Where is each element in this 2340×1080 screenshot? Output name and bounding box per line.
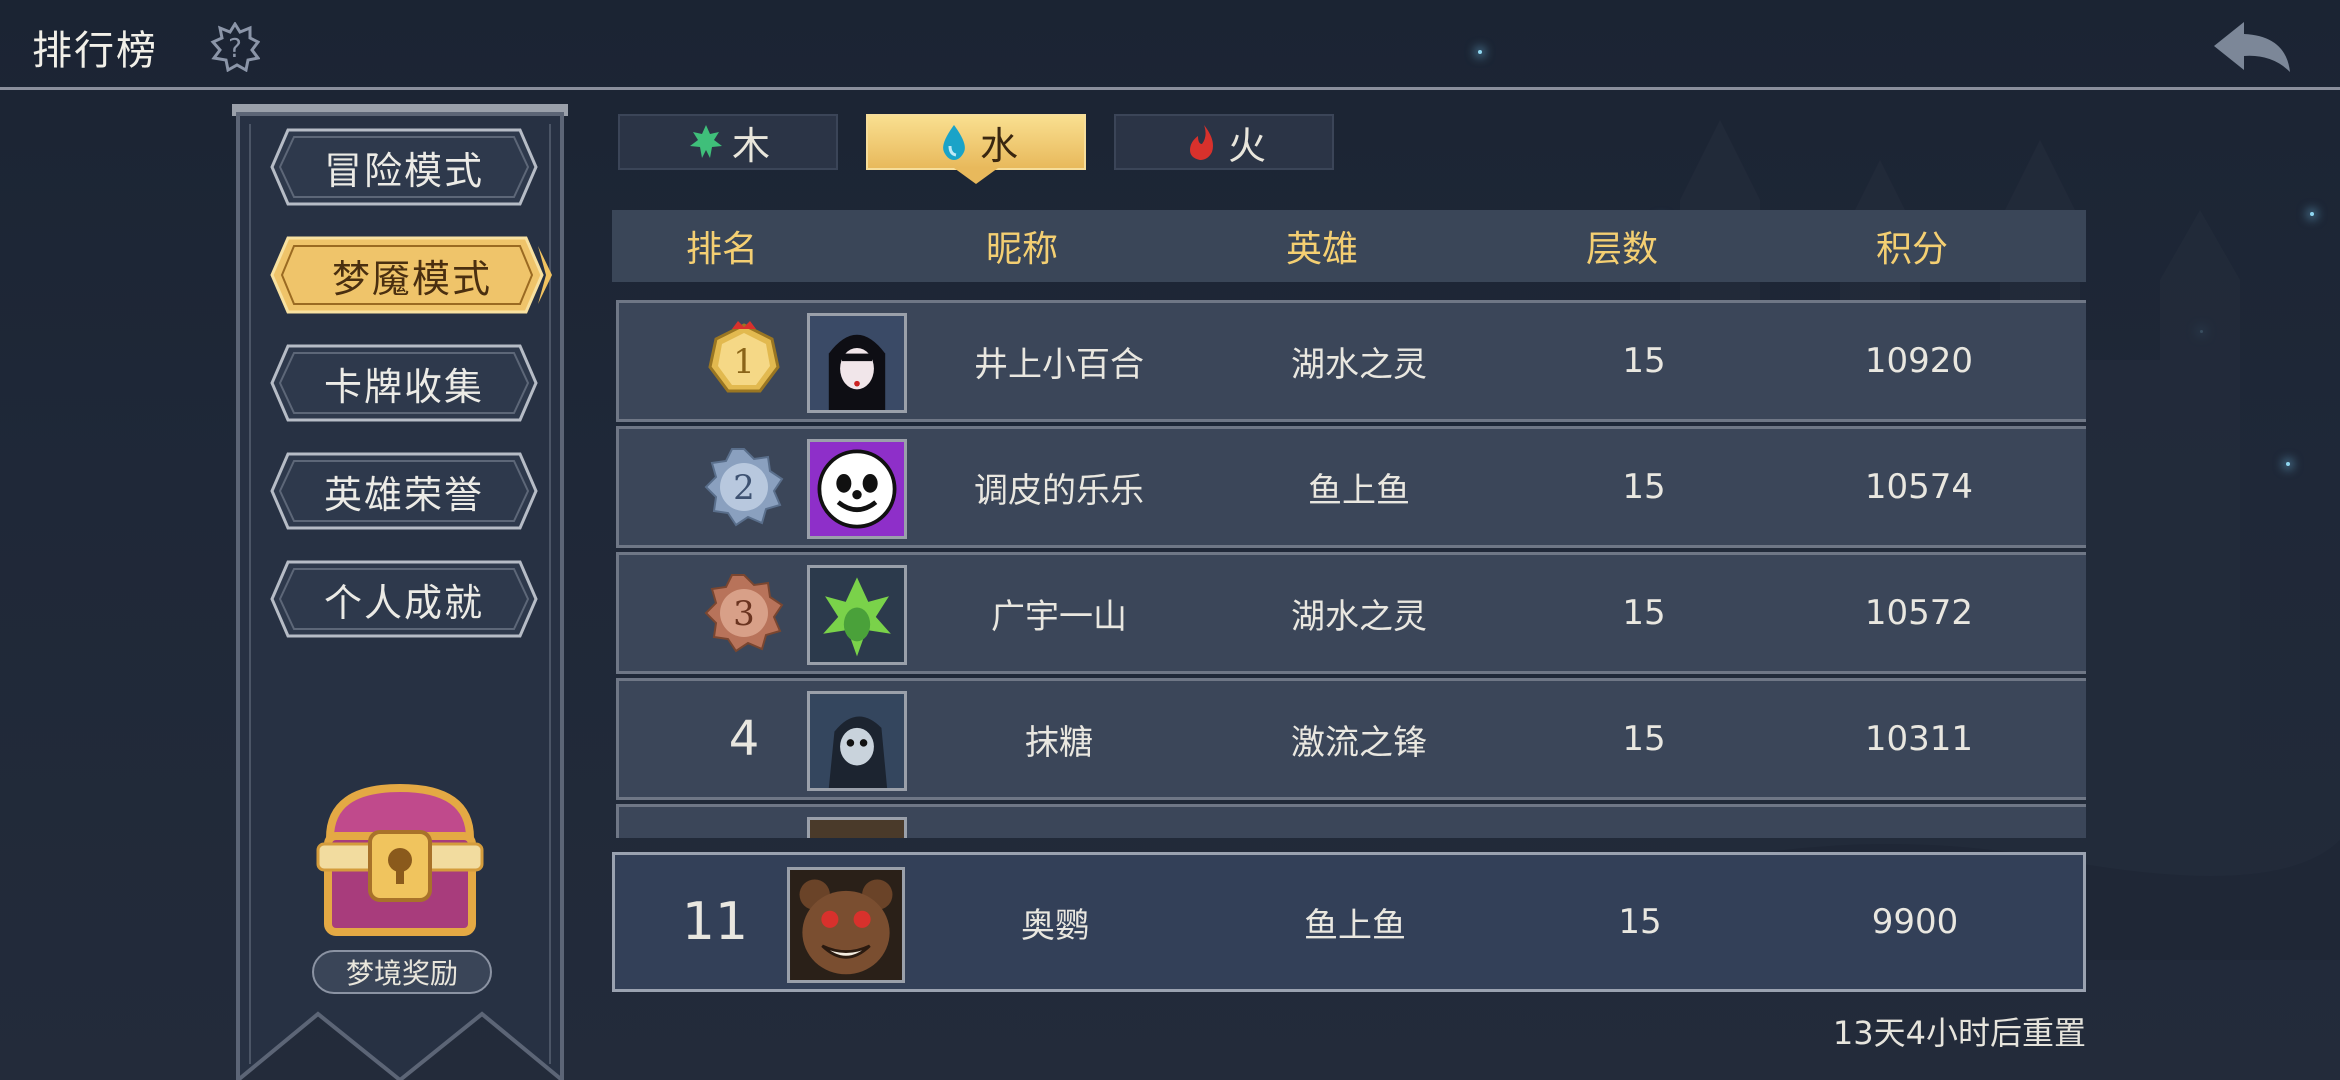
- player-nickname: 抹糖: [1025, 722, 1093, 763]
- menu-label: 梦魇模式: [331, 256, 492, 301]
- star-decoration: [2310, 212, 2314, 216]
- player-floor: 15: [1622, 341, 1666, 381]
- star-decoration: [2286, 462, 2290, 466]
- header-nickname: 昵称: [985, 229, 1058, 270]
- menu-label: 卡牌收集: [323, 364, 484, 409]
- player-hero: 湖水之灵: [1291, 596, 1427, 637]
- menu-adventure-mode-button[interactable]: 冒险模式: [270, 128, 538, 206]
- my-rank-row[interactable]: 11 奥鹦 鱼上鱼 15 9900: [612, 852, 2086, 992]
- player-score: 10920: [1864, 341, 1974, 381]
- tab-label: 木: [731, 123, 770, 168]
- rank-number: 1: [733, 342, 755, 382]
- my-floor: 15: [1618, 902, 1662, 942]
- menu-achievements-button[interactable]: 个人成就: [270, 560, 538, 638]
- header-rank: 排名: [685, 229, 758, 270]
- rank-number: 3: [733, 594, 755, 634]
- rank-number: 4: [728, 711, 760, 767]
- help-icon[interactable]: ?: [210, 22, 260, 72]
- silver-medal-icon: 2: [704, 448, 784, 527]
- player-score: 10572: [1864, 593, 1974, 633]
- my-hero: 鱼上鱼: [1304, 905, 1406, 946]
- player-floor: 15: [1622, 593, 1666, 633]
- bronze-medal-icon: 3: [704, 574, 784, 653]
- header-score: 积分: [1875, 229, 1948, 270]
- dream-reward-label[interactable]: 梦境奖励: [312, 950, 492, 994]
- my-rank-number: 11: [681, 892, 749, 952]
- leaf-icon: [689, 125, 722, 158]
- player-score: 10574: [1864, 467, 1974, 507]
- table-row[interactable]: 2 调皮的乐乐 鱼上鱼 15 10574: [616, 426, 2086, 548]
- tab-water[interactable]: 水: [866, 114, 1086, 184]
- header-floor: 层数: [1585, 229, 1658, 270]
- rank-number: 2: [733, 468, 755, 508]
- table-row[interactable]: 4 抹糖 激流之锋 15 10311: [616, 678, 2086, 800]
- tab-wood[interactable]: 木: [618, 114, 838, 170]
- player-nickname: 广宇一山: [991, 596, 1127, 637]
- fire-icon: [1189, 125, 1213, 160]
- back-arrow-icon[interactable]: [2210, 16, 2300, 76]
- gold-medal-icon: 1: [708, 321, 780, 393]
- player-nickname: 调皮的乐乐: [974, 470, 1144, 511]
- rank-cell: 2: [659, 429, 829, 545]
- reset-countdown: 13天4小时后重置: [1832, 1014, 2086, 1052]
- leaderboard-list[interactable]: 1 井上小百合 湖水之灵 15 10920 2 调皮的乐乐 鱼上鱼 15 105…: [616, 298, 2086, 838]
- player-avatar[interactable]: [807, 817, 907, 838]
- player-hero: 激流之锋: [1291, 722, 1427, 763]
- my-nickname: 奥鹦: [1021, 905, 1089, 946]
- menu-card-collection-button[interactable]: 卡牌收集: [270, 344, 538, 422]
- table-row[interactable]: 1 井上小百合 湖水之灵 15 10920: [616, 300, 2086, 422]
- player-avatar[interactable]: [807, 439, 907, 539]
- menu-label: 个人成就: [323, 580, 484, 625]
- treasure-chest-icon[interactable]: [300, 768, 500, 948]
- player-avatar[interactable]: [807, 313, 907, 413]
- rank-cell: 1: [659, 303, 829, 419]
- player-hero: 湖水之灵: [1291, 344, 1427, 385]
- page-title: 排行榜: [32, 28, 158, 74]
- player-floor: 15: [1622, 719, 1666, 759]
- tab-fire[interactable]: 火: [1114, 114, 1334, 170]
- water-drop-icon: [943, 125, 965, 160]
- top-bar: 排行榜 ?: [0, 0, 2340, 90]
- tab-label: 火: [1227, 123, 1266, 168]
- svg-text:?: ?: [228, 34, 242, 64]
- player-nickname: 井上小百合: [974, 344, 1144, 385]
- my-avatar[interactable]: [787, 867, 905, 983]
- player-avatar[interactable]: [807, 691, 907, 791]
- table-row[interactable]: 3 广宇一山 湖水之灵 15 10572: [616, 552, 2086, 674]
- rank-cell: 3: [659, 555, 829, 671]
- menu-label: 冒险模式: [323, 148, 484, 193]
- menu-label: 英雄荣誉: [323, 472, 484, 517]
- star-decoration: [2200, 330, 2203, 333]
- table-row[interactable]: [616, 804, 2086, 838]
- header-hero: 英雄: [1285, 229, 1358, 270]
- my-score: 9900: [1871, 902, 1959, 942]
- player-avatar[interactable]: [807, 565, 907, 665]
- tab-label: 水: [979, 123, 1018, 168]
- leaderboard-header: 排名 昵称 英雄 层数 积分: [612, 210, 2086, 282]
- menu-hero-honor-button[interactable]: 英雄荣誉: [270, 452, 538, 530]
- player-floor: 15: [1622, 467, 1666, 507]
- menu-nightmare-mode-button[interactable]: 梦魇模式: [270, 236, 554, 314]
- player-score: 10311: [1864, 719, 1974, 759]
- player-hero: 鱼上鱼: [1308, 470, 1410, 511]
